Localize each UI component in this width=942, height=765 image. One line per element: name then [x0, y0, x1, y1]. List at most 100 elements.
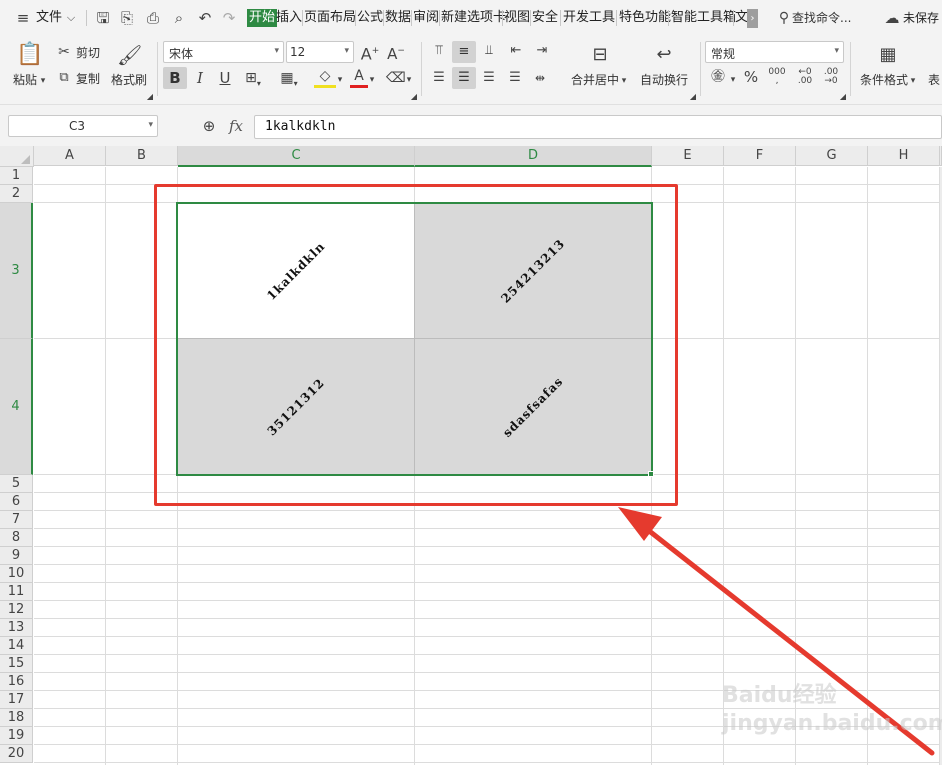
merge-center-icon[interactable]: ⊟	[587, 42, 613, 68]
auto-wrap-button[interactable]: 自动换行	[640, 71, 688, 88]
fx-button[interactable]: fx	[229, 117, 243, 135]
row-header-2[interactable]: 2	[0, 185, 33, 203]
bold-button[interactable]: B	[163, 67, 187, 89]
chevron-down-icon[interactable]: ▾	[620, 72, 628, 90]
zoom-icon[interactable]: ⊕	[200, 117, 218, 135]
save-icon[interactable]: 🖫	[94, 9, 112, 27]
align-middle-button[interactable]: ≡	[452, 41, 476, 63]
file-menu[interactable]: 文件	[36, 9, 62, 27]
row-header-14[interactable]: 14	[0, 637, 33, 655]
number-format-select[interactable]: 常规 ▾	[705, 41, 844, 63]
row-header-1[interactable]: 1	[0, 167, 33, 185]
row-header-10[interactable]: 10	[0, 565, 33, 583]
row-header-12[interactable]: 12	[0, 601, 33, 619]
scroll-tabs-button[interactable]: ›	[747, 9, 758, 28]
chevron-down-icon[interactable]: ▾	[368, 71, 376, 89]
row-header-19[interactable]: 19	[0, 727, 33, 745]
merge-center-button[interactable]: 合并居中	[571, 71, 619, 88]
increase-font-icon[interactable]: A+	[360, 42, 380, 63]
format-painter-icon[interactable]: 🖌	[117, 42, 142, 68]
distributed-align-icon[interactable]: ⇹	[530, 69, 550, 87]
decrease-decimal-icon[interactable]: .00 →0	[820, 68, 842, 86]
print-icon[interactable]: ⎙	[144, 9, 162, 27]
column-header-e[interactable]: E	[652, 146, 724, 166]
align-bottom-icon[interactable]: ⫫	[480, 42, 498, 60]
paste-dropdown-icon[interactable]: ▾	[39, 72, 47, 90]
formula-input[interactable]: 1kalkdkln	[254, 115, 942, 139]
column-header-h[interactable]: H	[868, 146, 940, 166]
save-status[interactable]: 未保存	[903, 9, 939, 27]
row-header-8[interactable]: 8	[0, 529, 33, 547]
cut-button[interactable]: 剪切	[76, 44, 100, 61]
chevron-down-icon[interactable]: ▾	[405, 71, 413, 89]
chevron-down-icon[interactable]: ⌵	[64, 9, 78, 27]
column-header-c[interactable]: C	[178, 146, 415, 167]
row-header-4[interactable]: 4	[0, 339, 33, 475]
row-header-9[interactable]: 9	[0, 547, 33, 565]
column-header-b[interactable]: B	[106, 146, 178, 166]
row-header-20[interactable]: 20	[0, 745, 33, 763]
tab-home[interactable]: 开始	[247, 9, 278, 27]
increase-indent-icon[interactable]: ⇥	[532, 42, 552, 60]
row-header-7[interactable]: 7	[0, 511, 33, 529]
tab-view[interactable]: 视图	[504, 9, 530, 27]
align-top-icon[interactable]: ⫪	[430, 42, 448, 60]
copy-button[interactable]: 复制	[76, 70, 100, 87]
table-style-button[interactable]: 表	[928, 71, 940, 88]
justify-icon[interactable]: ☰	[506, 69, 524, 87]
cell-style-icon[interactable]: ▦▾	[278, 69, 300, 93]
row-header-17[interactable]: 17	[0, 691, 33, 709]
row-header-5[interactable]: 5	[0, 475, 33, 493]
tab-special-features[interactable]: 特色功能	[619, 9, 671, 27]
chevron-down-icon[interactable]: ▾	[729, 71, 737, 89]
clear-format-icon[interactable]: ⌫	[386, 69, 406, 87]
column-header-d[interactable]: D	[415, 146, 652, 167]
decrease-font-icon[interactable]: A−	[386, 42, 406, 63]
row-header-18[interactable]: 18	[0, 709, 33, 727]
chevron-down-icon[interactable]: ▾	[909, 72, 917, 90]
tab-security[interactable]: 安全	[532, 9, 558, 27]
tab-developer[interactable]: 开发工具	[563, 9, 615, 27]
command-search[interactable]: 查找命令...	[792, 9, 851, 27]
row-header-11[interactable]: 11	[0, 583, 33, 601]
name-box[interactable]: C3 ▾	[8, 115, 158, 137]
tab-new-tab[interactable]: 新建选项卡	[441, 9, 506, 27]
align-right-icon[interactable]: ☰	[480, 69, 498, 87]
select-all-corner[interactable]	[0, 146, 34, 167]
border-icon[interactable]: ⊞▾	[242, 69, 264, 93]
row-header-3[interactable]: 3	[0, 203, 33, 339]
print-preview-icon[interactable]: ⌕	[170, 9, 188, 27]
column-header-f[interactable]: F	[724, 146, 796, 166]
tab-formulas[interactable]: 公式	[357, 9, 383, 27]
conditional-format-icon[interactable]: ▦	[875, 42, 901, 68]
thousands-separator-icon[interactable]: 000,	[766, 68, 788, 86]
column-header-g[interactable]: G	[796, 146, 868, 166]
tab-data[interactable]: 数据	[385, 9, 411, 27]
row-header-16[interactable]: 16	[0, 673, 33, 691]
font-name-select[interactable]: 宋体 ▾	[163, 41, 284, 63]
font-size-select[interactable]: 12 ▾	[286, 41, 354, 63]
export-icon[interactable]: ⎘	[118, 9, 136, 27]
align-left-icon[interactable]: ☰	[430, 69, 448, 87]
align-center-button[interactable]: ☰	[452, 67, 476, 89]
redo-icon[interactable]: ↷	[220, 9, 238, 27]
tab-insert[interactable]: 插入	[276, 9, 302, 27]
font-color-icon[interactable]: A	[350, 67, 368, 88]
wrap-text-icon[interactable]: ↩	[651, 42, 677, 68]
paste-icon[interactable]: 📋	[16, 42, 43, 68]
tab-review[interactable]: 审阅	[413, 9, 439, 27]
paste-button[interactable]: 粘贴	[13, 71, 37, 88]
percent-icon[interactable]: %	[742, 68, 760, 86]
currency-icon[interactable]: ㊎	[708, 68, 728, 86]
chevron-down-icon[interactable]: ▾	[336, 71, 344, 89]
tab-smart-toolbox[interactable]: 智能工具箱	[671, 9, 736, 27]
fill-color-icon[interactable]: ◇	[314, 67, 336, 88]
conditional-format-button[interactable]: 条件格式	[860, 71, 908, 88]
tab-page-layout[interactable]: 页面布局	[304, 9, 356, 27]
decrease-indent-icon[interactable]: ⇤	[506, 42, 526, 60]
hamburger-icon[interactable]: ≡	[14, 9, 32, 27]
underline-button[interactable]: U	[215, 69, 235, 87]
format-painter-button[interactable]: 格式刷	[111, 71, 147, 88]
increase-decimal-icon[interactable]: ←0.00	[794, 68, 816, 86]
row-header-15[interactable]: 15	[0, 655, 33, 673]
